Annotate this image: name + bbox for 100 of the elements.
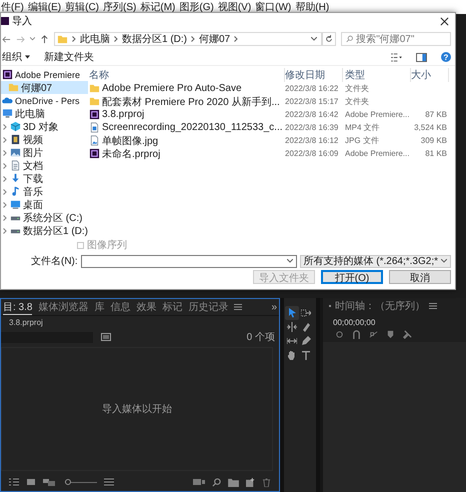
column-header[interactable]: 大小 xyxy=(411,68,449,82)
nav-item[interactable]: 下载 xyxy=(1,172,88,185)
search-icon[interactable] xyxy=(212,478,221,486)
search-field[interactable] xyxy=(1,332,93,342)
file-type: Adobe Premiere... xyxy=(344,149,410,158)
panel-tab[interactable]: 媒体浏览器 xyxy=(38,300,88,314)
file-row[interactable]: Screenrecording_20220130_112533_c... 2022/3/8 16:39 MP4 文件 3,524 KB xyxy=(85,121,455,134)
file-row[interactable]: 未命名.prproj 2022/3/8 16:09 Adobe Premiere... 81 KB xyxy=(85,147,455,160)
file-row[interactable]: Adobe Premiere Pro Auto-Save 2022/3/8 16:22 文件夹 xyxy=(85,82,455,95)
breadcrumb-item[interactable]: 此电脑 xyxy=(80,32,110,46)
new-item-icon[interactable] xyxy=(246,478,255,486)
more-tabs-button[interactable]: » xyxy=(271,302,277,312)
menu-item[interactable]: 标记(M) xyxy=(140,0,176,14)
up-arrow-icon[interactable] xyxy=(40,34,49,44)
organize-button[interactable]: 组织 xyxy=(2,50,30,64)
freeform-view-icon[interactable] xyxy=(43,478,55,486)
expand-chevron-icon[interactable] xyxy=(3,188,7,194)
panel-tab[interactable]: 库 xyxy=(94,300,104,314)
nav-item[interactable]: Adobe Premiere xyxy=(1,68,88,81)
nav-item[interactable]: 图片 xyxy=(1,146,88,159)
file-type-dropdown[interactable]: 所有支持的媒体 (*.264;*.3G2;* xyxy=(300,254,451,268)
caret-icon[interactable] xyxy=(286,259,293,263)
preview-pane-icon[interactable] xyxy=(416,52,427,62)
expand-chevron-icon[interactable] xyxy=(3,228,7,234)
zoom-slider[interactable] xyxy=(65,479,97,485)
nav-item[interactable]: 音乐 xyxy=(1,185,88,198)
expand-chevron-icon[interactable] xyxy=(3,162,7,168)
back-arrow-icon[interactable] xyxy=(2,34,11,44)
tool-button[interactable] xyxy=(299,348,313,362)
expand-chevron-icon[interactable] xyxy=(3,176,7,182)
panel-tab[interactable]: 目: 3.8 xyxy=(3,300,32,314)
menu-item[interactable]: 剪辑(C) xyxy=(65,0,100,14)
file-row[interactable]: 配套素材 Premiere Pro 2020 从新手到... 2022/3/8 15:17 文件夹 xyxy=(85,95,455,108)
menu-item[interactable]: 视图(V) xyxy=(218,0,252,14)
file-row[interactable]: 单帧图像.jpg 2022/3/8 16:12 JPG 文件 309 KB xyxy=(85,134,455,147)
dialog-button[interactable]: 打开(O) xyxy=(321,270,383,284)
column-header[interactable]: 名称 xyxy=(85,68,285,82)
menu-item[interactable]: 帮助(H) xyxy=(295,0,330,14)
nav-item[interactable]: 何娜07 xyxy=(1,81,88,94)
breadcrumb-item[interactable]: 何娜07 xyxy=(199,32,230,46)
column-header[interactable]: 修改日期 xyxy=(285,68,343,82)
address-bar[interactable]: 此电脑 数据分区1 (D:) 何娜07 xyxy=(54,32,322,46)
folder-icon xyxy=(89,83,100,94)
panel-tab[interactable]: 信息 xyxy=(110,300,130,314)
trash-icon[interactable] xyxy=(262,478,271,486)
menu-item[interactable]: 图形(G) xyxy=(179,0,214,14)
view-options-icon[interactable] xyxy=(391,52,402,62)
nav-item[interactable]: 系统分区 (C:) xyxy=(1,211,88,224)
caret-icon[interactable] xyxy=(30,37,35,41)
sort-icon[interactable] xyxy=(104,478,114,486)
nav-item[interactable]: OneDrive - Pers xyxy=(1,94,88,107)
panel-tab[interactable]: 标记 xyxy=(162,300,182,314)
list-view-icon[interactable] xyxy=(9,478,19,486)
automate-icon[interactable] xyxy=(193,478,205,486)
nav-item[interactable]: 文档 xyxy=(1,159,88,172)
file-name-field[interactable] xyxy=(80,254,297,268)
expand-chevron-icon[interactable] xyxy=(3,136,7,142)
marker-icon[interactable] xyxy=(386,330,395,339)
panel-tab[interactable]: 效果 xyxy=(136,300,156,314)
menu-icon[interactable] xyxy=(234,304,242,310)
new-folder-button[interactable]: 新建文件夹 xyxy=(44,50,94,64)
linked-selection-icon[interactable] xyxy=(369,330,378,339)
nav-item[interactable]: 数据分区1 (D:) xyxy=(1,224,88,237)
refresh-button[interactable] xyxy=(322,32,336,46)
icon-view-icon[interactable] xyxy=(26,478,36,486)
tool-button[interactable] xyxy=(285,320,299,334)
breadcrumb-item[interactable]: 数据分区1 (D:) xyxy=(122,32,187,46)
file-name: 单帧图像.jpg xyxy=(102,134,158,148)
nav-item[interactable]: 桌面 xyxy=(1,198,88,211)
magnet-icon[interactable] xyxy=(352,330,361,339)
nav-item[interactable]: 此电脑 xyxy=(1,107,88,120)
folder-icon[interactable] xyxy=(228,478,239,486)
panel-tab[interactable]: 历史记录 xyxy=(188,300,228,314)
nav-item[interactable]: 视频 xyxy=(1,133,88,146)
tool-button[interactable] xyxy=(285,306,299,320)
nav-item[interactable]: 3D 对象 xyxy=(1,120,88,133)
file-row[interactable]: 3.8.prproj 2022/3/8 16:42 Adobe Premiere... 87 KB xyxy=(85,108,455,121)
tool-button[interactable] xyxy=(299,334,313,348)
menu-item[interactable]: 序列(S) xyxy=(103,0,136,14)
project-file-name: 3.8.prproj xyxy=(9,318,43,327)
expand-chevron-icon[interactable] xyxy=(3,202,7,208)
bin-icon[interactable] xyxy=(101,333,111,341)
nest-icon[interactable] xyxy=(335,330,344,339)
menu-item[interactable]: 件(F) xyxy=(1,0,24,14)
close-icon[interactable] xyxy=(440,16,449,26)
expand-chevron-icon[interactable] xyxy=(3,214,7,220)
dialog-button[interactable]: 取消 xyxy=(389,270,451,284)
pen-icon xyxy=(301,336,311,346)
caret-icon[interactable] xyxy=(311,37,317,41)
refresh-icon xyxy=(325,35,333,43)
column-header[interactable]: 类型 xyxy=(343,68,411,82)
menu-icon[interactable] xyxy=(429,303,437,309)
search-field[interactable]: 搜索"何娜07" xyxy=(341,32,451,46)
chevron-icon[interactable] xyxy=(234,36,238,42)
menu-item[interactable]: 编辑(E) xyxy=(28,0,62,14)
menu-item[interactable]: 窗口(W) xyxy=(255,0,292,14)
expand-chevron-icon[interactable] xyxy=(3,150,7,156)
help-button[interactable]: ? xyxy=(441,52,451,62)
expand-chevron-icon[interactable] xyxy=(3,124,7,130)
cube-icon xyxy=(10,121,21,132)
